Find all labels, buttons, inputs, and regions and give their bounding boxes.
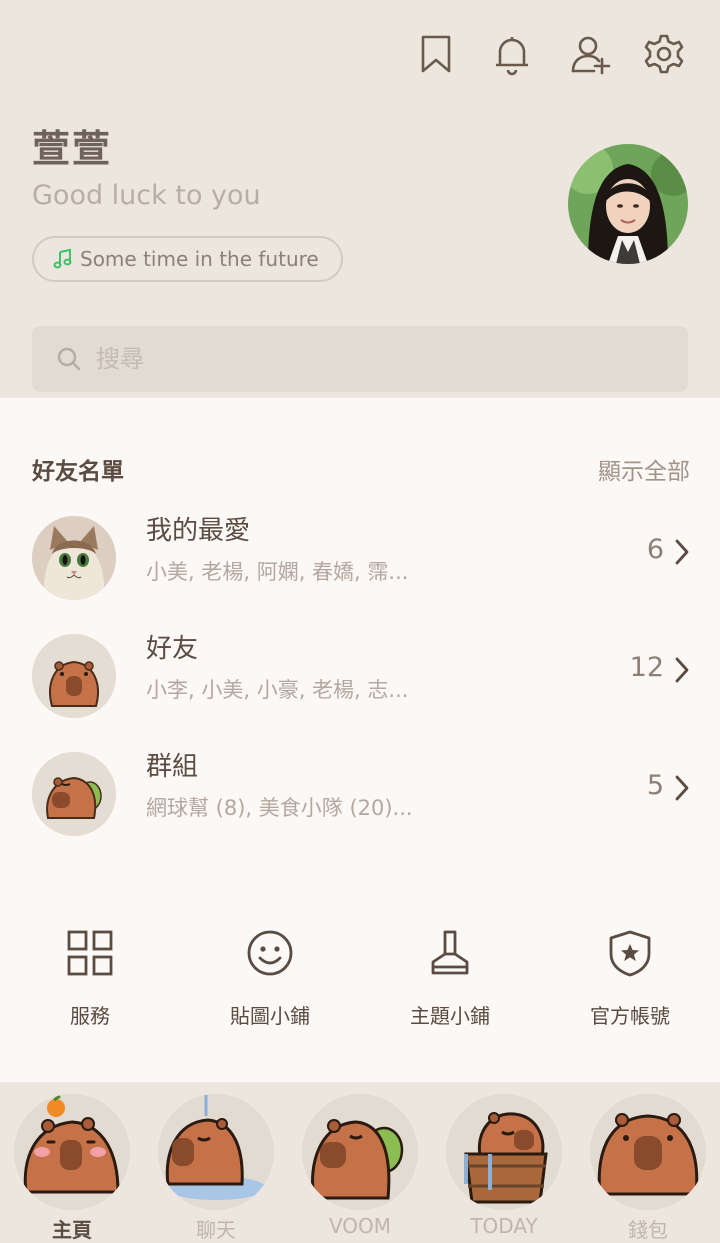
row-count: 12 bbox=[629, 652, 664, 683]
shield-star-icon bbox=[609, 930, 651, 977]
shortcut-sticker-shop[interactable]: 貼圖小鋪 bbox=[200, 928, 340, 1029]
search-bar[interactable] bbox=[32, 326, 688, 392]
capybara-shower-icon bbox=[158, 1094, 274, 1210]
chevron-right-icon bbox=[675, 539, 689, 565]
shortcut-official-accounts[interactable]: 官方帳號 bbox=[560, 928, 700, 1029]
row-count: 6 bbox=[646, 534, 664, 565]
capybara-bath-icon bbox=[446, 1094, 562, 1210]
tab-wallet[interactable]: 錢包 bbox=[590, 1094, 706, 1242]
tab-label: 主頁 bbox=[52, 1218, 92, 1242]
chevron-right-icon bbox=[675, 657, 689, 683]
brush-icon bbox=[431, 930, 469, 975]
main-content: 好友名單 顯示全部 我的最愛 小美, 老楊, 阿嫻, 春嬌, 霈... 6 好友… bbox=[0, 398, 720, 1082]
capybara-orange-icon bbox=[14, 1094, 130, 1210]
tab-label: TODAY bbox=[470, 1214, 538, 1238]
cat-avatar bbox=[32, 516, 116, 600]
capybara-backpack-icon bbox=[302, 1094, 418, 1210]
chevron-right-icon bbox=[675, 775, 689, 801]
profile-name[interactable]: 萱萱 bbox=[32, 118, 112, 173]
tab-voom[interactable]: VOOM bbox=[302, 1094, 418, 1238]
row-title: 好友 bbox=[146, 634, 199, 664]
row-subtitle: 網球幫 (8), 美食小隊 (20)... bbox=[146, 796, 413, 820]
tab-label: 錢包 bbox=[628, 1218, 668, 1242]
music-label: Some time in the future bbox=[80, 247, 319, 271]
list-item-groups[interactable]: 群組 網球幫 (8), 美食小隊 (20)... 5 bbox=[0, 744, 720, 844]
row-title: 群組 bbox=[146, 752, 199, 782]
bookmark-icon[interactable] bbox=[414, 32, 458, 76]
bell-icon[interactable] bbox=[490, 32, 534, 76]
grid-icon bbox=[67, 930, 113, 976]
profile-avatar[interactable] bbox=[568, 144, 688, 264]
shortcut-label: 貼圖小鋪 bbox=[230, 1004, 310, 1028]
profile-header: 萱萱 Good luck to you Some time in the fut… bbox=[0, 0, 720, 398]
tab-label: VOOM bbox=[328, 1214, 392, 1238]
shortcut-label: 主題小鋪 bbox=[410, 1004, 490, 1028]
tab-label: 聊天 bbox=[196, 1218, 236, 1242]
tab-chat[interactable]: 聊天 bbox=[158, 1094, 274, 1242]
smiley-icon bbox=[247, 930, 293, 976]
row-title: 我的最愛 bbox=[146, 516, 251, 546]
show-all-link[interactable]: 顯示全部 bbox=[598, 452, 690, 486]
add-friend-icon[interactable] bbox=[568, 32, 612, 76]
search-input[interactable] bbox=[94, 344, 658, 374]
settings-gear-icon[interactable] bbox=[642, 32, 686, 76]
list-item-favorites[interactable]: 我的最愛 小美, 老楊, 阿嫻, 春嬌, 霈... 6 bbox=[0, 508, 720, 608]
shortcut-label: 服務 bbox=[70, 1004, 110, 1028]
search-icon bbox=[57, 347, 81, 371]
shortcut-services[interactable]: 服務 bbox=[20, 928, 160, 1029]
profile-music-button[interactable]: Some time in the future bbox=[32, 236, 343, 282]
list-item-friends[interactable]: 好友 小李, 小美, 小豪, 老楊, 志... 12 bbox=[0, 626, 720, 726]
music-note-icon bbox=[53, 248, 72, 269]
shortcut-label: 官方帳號 bbox=[590, 1004, 670, 1028]
capybara-avatar bbox=[32, 634, 116, 718]
tab-today[interactable]: TODAY bbox=[446, 1094, 562, 1238]
capybara-backpack-avatar bbox=[32, 752, 116, 836]
row-subtitle: 小美, 老楊, 阿嫻, 春嬌, 霈... bbox=[146, 560, 409, 584]
friends-section-title: 好友名單 bbox=[32, 459, 124, 485]
status-message[interactable]: Good luck to you bbox=[32, 180, 261, 211]
shortcut-theme-shop[interactable]: 主題小鋪 bbox=[380, 928, 520, 1029]
row-subtitle: 小李, 小美, 小豪, 老楊, 志... bbox=[146, 678, 409, 702]
capybara-plain-icon bbox=[590, 1094, 706, 1210]
bottom-tab-bar: 主頁 聊天 VOOM TODAY 錢包 bbox=[0, 1082, 720, 1242]
tab-home[interactable]: 主頁 bbox=[14, 1094, 130, 1242]
row-count: 5 bbox=[646, 770, 664, 801]
